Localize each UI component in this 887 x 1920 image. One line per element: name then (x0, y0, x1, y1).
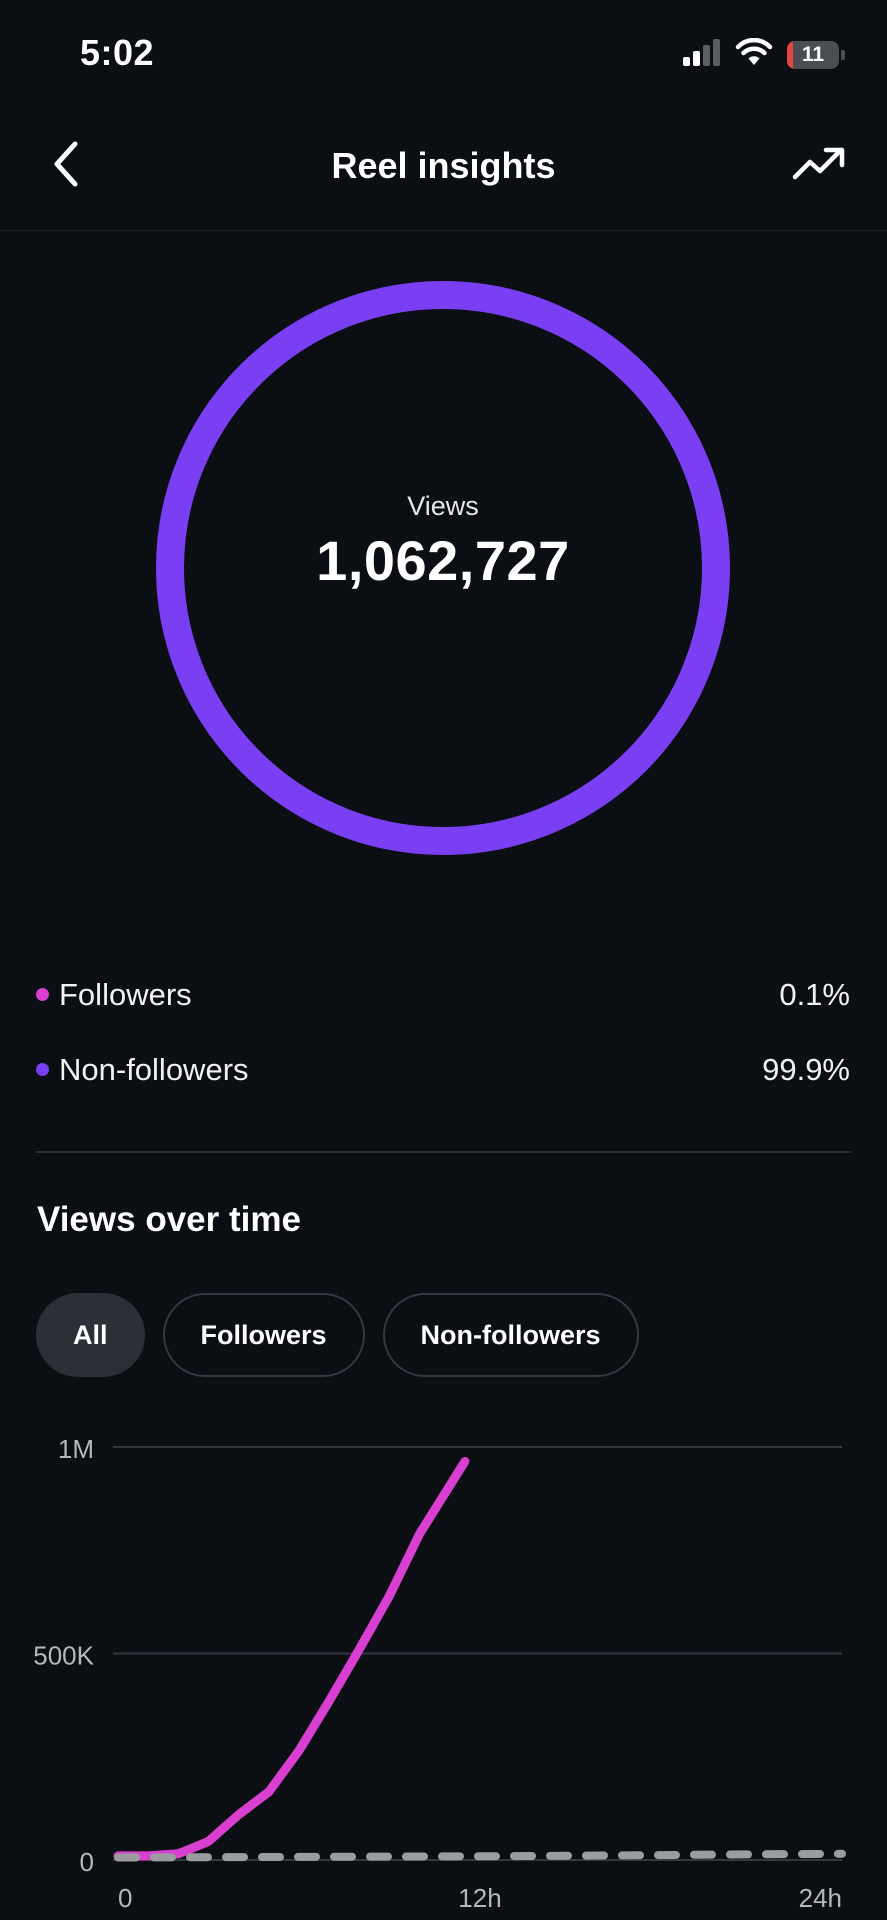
legend-row-non-followers: Non-followers 99.9% (36, 1032, 850, 1107)
cellular-signal-icon (683, 38, 721, 71)
views-over-time-chart: 0 500K 1M 0 12h 24h (33, 1434, 846, 1913)
status-bar: 5:02 11 (0, 0, 887, 110)
section-divider (36, 1151, 851, 1153)
x-tick-label-1: 12h (458, 1883, 501, 1913)
non-followers-dot (36, 1063, 49, 1076)
section-title-views-over-time: Views over time (37, 1200, 301, 1239)
views-donut-chart: Views 1,062,727 (156, 281, 730, 855)
filter-chip-all[interactable]: All (36, 1293, 145, 1377)
filter-chip-non-followers[interactable]: Non-followers (382, 1293, 639, 1377)
audience-filter-tabs: All Followers Non-followers (36, 1293, 639, 1377)
trend-button[interactable] (787, 134, 851, 198)
x-tick-label-0: 0 (118, 1883, 132, 1913)
legend-row-followers: Followers 0.1% (36, 957, 850, 1032)
dashed-series-line-1 (114, 1849, 846, 1862)
legend-value-followers: 0.1% (779, 976, 850, 1012)
nav-bar: Reel insights (0, 110, 887, 231)
series-line-0 (113, 1457, 470, 1861)
status-icons: 11 (683, 37, 845, 71)
status-time: 5:02 (80, 32, 155, 73)
wifi-icon (735, 37, 773, 71)
battery-fill (787, 40, 793, 69)
views-total: 1,062,727 (316, 529, 570, 592)
battery-level: 11 (801, 42, 825, 66)
views-label: Views (407, 491, 479, 521)
y-tick-label-2: 1M (58, 1434, 94, 1464)
battery-icon: 11 (787, 40, 839, 69)
audience-legend: Followers 0.1% Non-followers 99.9% (36, 957, 850, 1107)
legend-label-followers: Followers (59, 976, 192, 1012)
y-tick-label-1: 500K (33, 1641, 94, 1671)
followers-dot (36, 988, 49, 1001)
x-tick-label-2: 24h (799, 1883, 842, 1913)
page-title: Reel insights (331, 145, 556, 186)
trending-up-icon (792, 146, 846, 187)
battery-nub (841, 49, 845, 60)
legend-value-non-followers: 99.9% (762, 1051, 850, 1087)
y-tick-label-0: 0 (80, 1847, 94, 1877)
legend-label-non-followers: Non-followers (59, 1051, 249, 1087)
donut-center: Views 1,062,727 (156, 491, 730, 593)
filter-chip-followers[interactable]: Followers (162, 1293, 365, 1377)
